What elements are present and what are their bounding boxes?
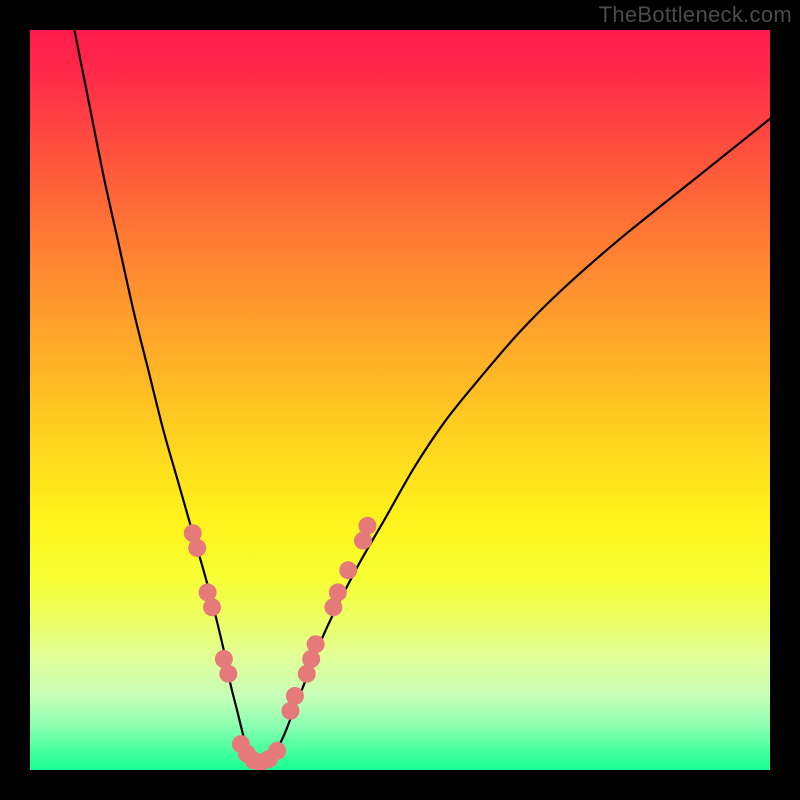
marker-dot: [268, 742, 286, 760]
marker-dot: [358, 517, 376, 535]
marker-dot: [339, 561, 357, 579]
marker-dot: [286, 687, 304, 705]
bottleneck-chart: [0, 0, 800, 800]
chart-frame: TheBottleneck.com: [0, 0, 800, 800]
marker-dot: [307, 635, 325, 653]
gradient-background: [30, 30, 770, 770]
marker-dot: [219, 665, 237, 683]
marker-dot: [203, 598, 221, 616]
marker-dot: [188, 539, 206, 557]
marker-dot: [329, 583, 347, 601]
watermark-text: TheBottleneck.com: [599, 2, 792, 28]
